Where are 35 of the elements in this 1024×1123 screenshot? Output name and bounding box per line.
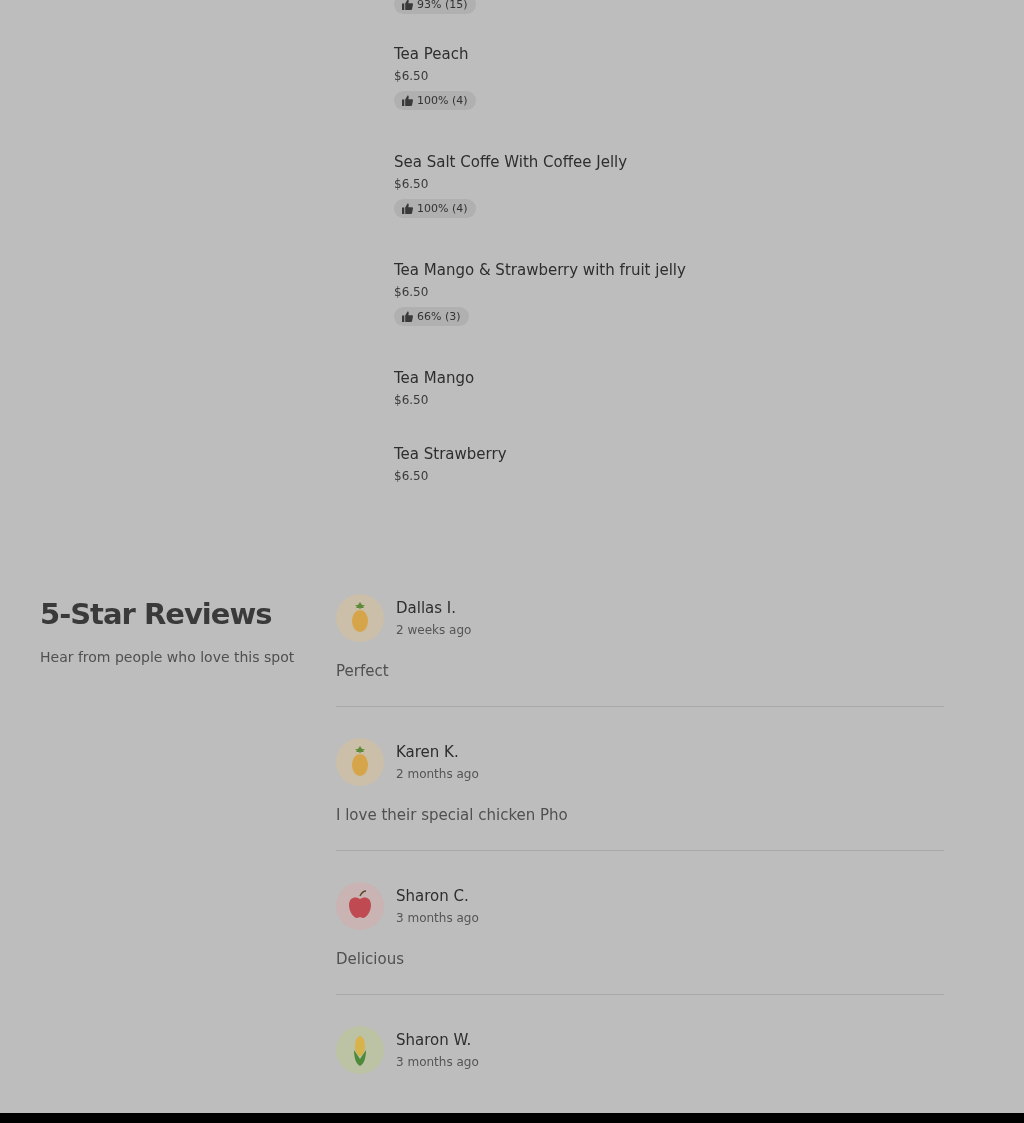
review-text: Perfect [336, 662, 390, 680]
reviewer-name: Karen K. [396, 743, 460, 761]
review-text: Delicious [336, 950, 406, 968]
reviewer-name: Sharon W. [396, 1031, 473, 1049]
review-time: 2 months ago [396, 767, 479, 781]
rating-badge: 66% (3) [394, 307, 469, 326]
thumbs-up-icon [402, 95, 413, 106]
item-name[interactable]: Tea Peach [394, 44, 469, 64]
item-name[interactable]: Tea Strawberry [394, 444, 507, 464]
item-name[interactable]: Tea Mango & Strawberry with fruit jelly [394, 260, 686, 280]
rating-badge: 93% (15) [394, 0, 476, 14]
thumbs-up-icon [402, 0, 413, 10]
item-price: $6.50 [394, 177, 429, 191]
avatar-pineapple-icon [336, 594, 384, 642]
item-price: $6.50 [394, 69, 429, 83]
avatar-apple-icon [336, 882, 384, 930]
avatar-pineapple-icon [336, 738, 384, 786]
item-name[interactable]: Sea Salt Coffe With Coffee Jelly [394, 152, 628, 172]
item-name[interactable]: Tea Mango [394, 368, 475, 388]
rating-badge: 100% (4) [394, 199, 476, 218]
item-price: $6.50 [394, 469, 429, 483]
reviewer-name: Dallas I. [396, 599, 458, 617]
review-time: 3 months ago [396, 1055, 479, 1069]
reviewer-name: Sharon C. [396, 887, 470, 905]
rating-badge: 100% (4) [394, 91, 476, 110]
thumbs-up-icon [402, 311, 413, 322]
section-subtitle: Hear from people who love this spot [40, 649, 296, 665]
item-price: $6.50 [394, 393, 429, 407]
thumbs-up-icon [402, 203, 413, 214]
item-price: $6.50 [394, 285, 429, 299]
review-time: 3 months ago [396, 911, 479, 925]
review-text: I love their special chicken Pho [336, 806, 569, 824]
section-title: 5-Star Reviews [40, 596, 273, 631]
avatar-corn-icon [336, 1026, 384, 1074]
review-time: 2 weeks ago [396, 623, 472, 637]
